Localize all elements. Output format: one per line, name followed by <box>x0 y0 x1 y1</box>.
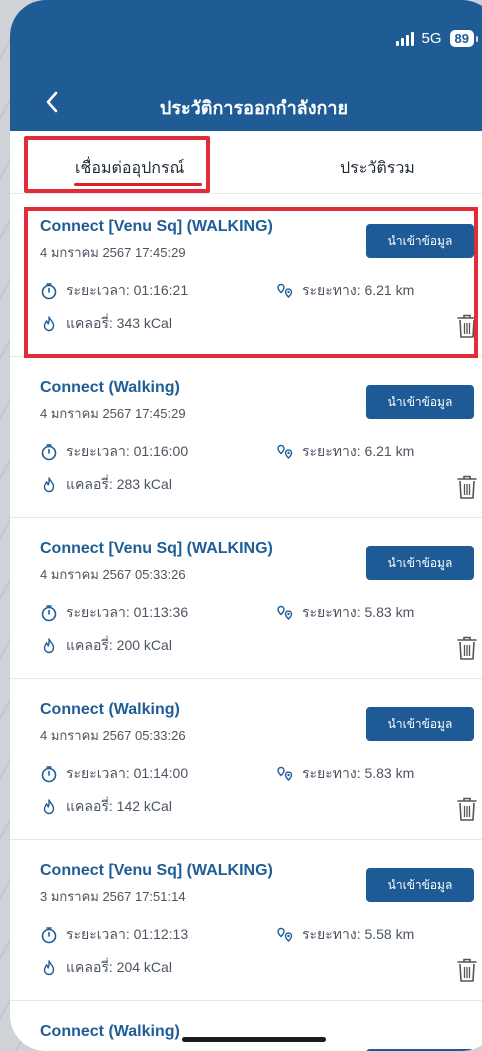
duration-value: ระยะเวลา: 01:12:13 <box>66 926 189 942</box>
duration-value: ระยะเวลา: 01:13:36 <box>66 604 189 620</box>
record-title: Connect (Walking) <box>40 701 180 718</box>
stopwatch-icon <box>41 605 57 622</box>
calorie-value: แคลอรี่: 283 kCal <box>66 476 172 492</box>
calorie-stat: แคลอรี่: 204 kCal <box>40 957 172 979</box>
trash-icon[interactable] <box>456 796 478 822</box>
record-date: 4 มกราคม 2567 17:45:29 <box>40 406 186 421</box>
stopwatch-icon <box>41 927 57 944</box>
calorie-stat: แคลอรี่: 142 kCal <box>40 796 172 818</box>
signal-icon <box>395 31 414 46</box>
record-title: Connect [Venu Sq] (WALKING) <box>40 862 273 879</box>
network-label: 5G <box>421 30 442 47</box>
duration-value: ระยะเวลา: 01:14:00 <box>66 765 189 781</box>
duration-stat: ระยะเวลา: 01:16:00 <box>40 441 188 463</box>
calorie-value: แคลอรี่: 200 kCal <box>66 637 172 653</box>
status-bar: 5G 89 <box>10 0 482 76</box>
highlight-frame-record <box>24 207 478 358</box>
calorie-stat: แคลอรี่: 283 kCal <box>40 474 172 496</box>
distance-value: ระยะทาง: 5.83 km <box>302 604 415 620</box>
highlight-frame-tab <box>24 136 210 193</box>
tab-history[interactable]: ประวัติรวม <box>340 156 415 181</box>
import-button[interactable]: นำเข้าข้อมูล <box>366 868 474 902</box>
list-item[interactable]: Connect (Walking) 4 มกราคม 2567 17:45:29… <box>10 357 482 518</box>
import-button[interactable]: นำเข้าข้อมูล <box>366 385 474 419</box>
flame-icon <box>43 799 55 815</box>
import-button[interactable]: นำเข้าข้อมูล <box>366 546 474 580</box>
calorie-value: แคลอรี่: 204 kCal <box>66 959 172 975</box>
distance-value: ระยะทาง: 5.58 km <box>302 926 415 942</box>
location-pin-icon <box>277 605 293 620</box>
record-title: Connect (Walking) <box>40 379 180 396</box>
page-title: ประวัติการออกกำลังกาย <box>159 98 349 118</box>
flame-icon <box>43 960 55 976</box>
duration-stat: ระยะเวลา: 01:13:36 <box>40 602 188 624</box>
distance-stat: ระยะทาง: 5.58 km <box>276 924 414 946</box>
list-item[interactable]: Connect [Venu Sq] (WALKING) 3 มกราคม 256… <box>10 840 482 1001</box>
flame-icon <box>43 638 55 654</box>
battery-icon: 89 <box>449 30 479 47</box>
status-indicators: 5G 89 <box>395 30 479 47</box>
record-date: 3 มกราคม 2567 17:51:14 <box>40 889 186 904</box>
duration-stat: ระยะเวลา: 01:12:13 <box>40 924 188 946</box>
nav-bar: ประวัติการออกกำลังกาย <box>10 76 482 131</box>
distance-value: ระยะทาง: 5.83 km <box>302 765 415 781</box>
distance-value: ระยะทาง: 6.21 km <box>302 443 415 459</box>
trash-icon[interactable] <box>456 474 478 500</box>
trash-icon[interactable] <box>456 957 478 983</box>
location-pin-icon <box>277 766 293 781</box>
calorie-stat: แคลอรี่: 200 kCal <box>40 635 172 657</box>
flame-icon <box>43 477 55 493</box>
distance-stat: ระยะทาง: 5.83 km <box>276 602 414 624</box>
distance-stat: ระยะทาง: 5.83 km <box>276 763 414 785</box>
duration-stat: ระยะเวลา: 01:14:00 <box>40 763 188 785</box>
record-date: 4 มกราคม 2567 05:33:26 <box>40 567 186 582</box>
location-pin-icon <box>277 444 293 459</box>
list-item[interactable]: Connect (Walking) <box>10 1001 482 1051</box>
trash-icon[interactable] <box>456 635 478 661</box>
duration-value: ระยะเวลา: 01:16:00 <box>66 443 189 459</box>
list-item[interactable]: Connect [Venu Sq] (WALKING) 4 มกราคม 256… <box>10 518 482 679</box>
import-button[interactable]: นำเข้าข้อมูล <box>366 707 474 741</box>
record-title: Connect [Venu Sq] (WALKING) <box>40 540 273 557</box>
stopwatch-icon <box>41 766 57 783</box>
stopwatch-icon <box>41 444 57 461</box>
location-pin-icon <box>277 927 293 942</box>
calorie-value: แคลอรี่: 142 kCal <box>66 798 172 814</box>
home-indicator <box>182 1037 326 1042</box>
record-title: Connect (Walking) <box>40 1023 180 1040</box>
record-date: 4 มกราคม 2567 05:33:26 <box>40 728 186 743</box>
list-item[interactable]: Connect (Walking) 4 มกราคม 2567 05:33:26… <box>10 679 482 840</box>
distance-stat: ระยะทาง: 6.21 km <box>276 441 414 463</box>
